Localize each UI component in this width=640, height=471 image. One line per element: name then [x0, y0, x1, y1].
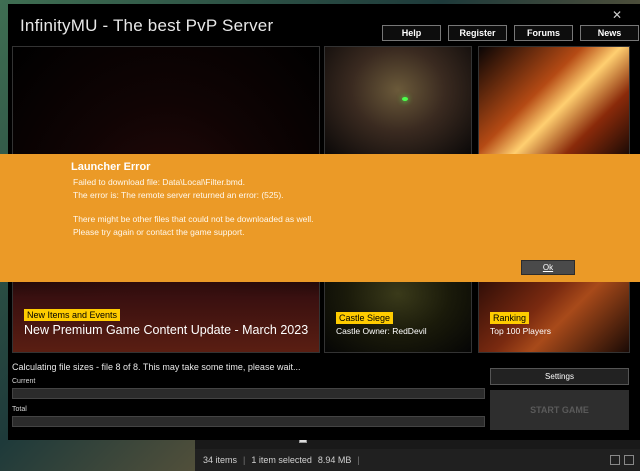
error-ok-button[interactable]: Ok — [521, 260, 575, 275]
news-main-headline: New Premium Game Content Update - March … — [24, 323, 309, 337]
ranking-tag: Ranking — [490, 312, 530, 324]
total-label: Total — [12, 406, 27, 413]
status-separator: | — [357, 455, 360, 465]
castle-siege-tag: Castle Siege — [336, 312, 394, 324]
help-button[interactable]: Help — [382, 25, 441, 41]
error-message-line: Please try again or contact the game sup… — [73, 227, 245, 237]
launcher-error-dialog: Launcher Error Failed to download file: … — [0, 154, 640, 282]
error-title: Launcher Error — [71, 161, 151, 173]
tiles-view-icon[interactable] — [624, 455, 634, 465]
news-thumb-fire[interactable] — [478, 46, 630, 156]
error-message-line: The error is: The remote server returned… — [73, 190, 284, 200]
window-title: InfinityMU - The best PvP Server — [20, 16, 274, 35]
error-message-line: Failed to download file: Data\Local\Filt… — [73, 177, 245, 187]
creature-eye — [402, 97, 408, 101]
current-label: Current — [12, 378, 36, 385]
details-view-icon[interactable] — [610, 455, 620, 465]
error-message-line: There might be other files that could no… — [73, 214, 314, 224]
register-button[interactable]: Register — [448, 25, 507, 41]
explorer-size: 8.94 MB — [317, 455, 352, 465]
top-nav: Help Register Forums News — [382, 25, 639, 41]
news-thumb-creature[interactable] — [324, 46, 472, 156]
start-game-button[interactable]: START GAME — [490, 390, 629, 430]
explorer-item-count: 34 items — [203, 455, 238, 465]
progress-status-text: Calculating file sizes - file 8 of 8. Th… — [12, 362, 301, 372]
current-progress-bar — [12, 388, 485, 399]
status-separator: | — [243, 455, 246, 465]
explorer-status-bar: 34 items | 1 item selected 8.94 MB | — [195, 449, 640, 471]
ranking-caption: Top 100 Players — [490, 326, 551, 336]
settings-button[interactable]: Settings — [490, 368, 629, 385]
news-button[interactable]: News — [580, 25, 639, 41]
total-progress-bar — [12, 416, 485, 427]
news-main-tag: New Items and Events — [24, 309, 121, 321]
castle-owner-caption: Castle Owner: RedDevil — [336, 326, 427, 336]
view-buttons — [610, 455, 640, 465]
close-icon[interactable]: ✕ — [612, 8, 622, 22]
forums-button[interactable]: Forums — [514, 25, 573, 41]
explorer-selection: 1 item selected — [251, 455, 312, 465]
